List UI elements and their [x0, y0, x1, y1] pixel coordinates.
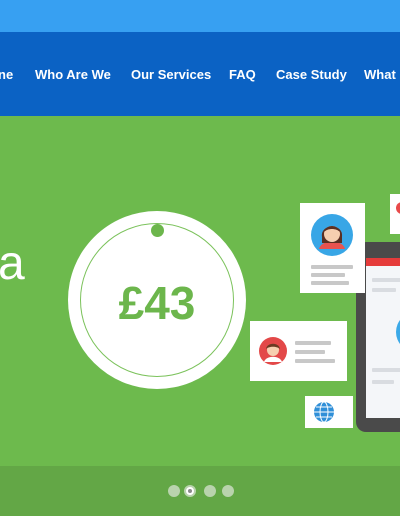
price-tag-icon: £43: [68, 211, 246, 389]
nav-item-who-are-we[interactable]: Who Are We: [35, 67, 111, 82]
user-avatar-icon: [396, 202, 400, 214]
card-text-line: [311, 265, 353, 269]
nav-item-our-services[interactable]: Our Services: [131, 67, 211, 82]
tablet-line: [372, 278, 400, 282]
slider-footer: [0, 466, 400, 516]
top-bar: [0, 0, 400, 32]
card-text-line: [311, 281, 349, 285]
hero-slider: a £43: [0, 116, 400, 466]
profile-card: [300, 203, 365, 293]
user-avatar-female-icon: [311, 214, 353, 256]
tablet-line: [372, 288, 396, 292]
price-label: £43: [118, 277, 196, 329]
hero-headline: a: [0, 237, 25, 290]
tablet-avatar: [396, 312, 400, 352]
card-text-line: [295, 341, 331, 345]
slider-dot-1[interactable]: [168, 485, 180, 497]
tablet-line: [372, 380, 394, 384]
nav-item-case-study[interactable]: Case Study: [276, 67, 347, 82]
globe-bubble: [305, 396, 353, 428]
profile-card-partial: [390, 194, 400, 234]
slider-dot-3[interactable]: [204, 485, 216, 497]
card-text-line: [295, 359, 335, 363]
globe-icon: [314, 401, 334, 423]
slider-dot-4[interactable]: [222, 485, 234, 497]
slider-dot-2-active[interactable]: [184, 485, 196, 497]
card-text-line: [311, 273, 345, 277]
card-text-line: [295, 350, 325, 354]
tablet-screen: [366, 258, 400, 418]
nav-item-what[interactable]: What: [364, 67, 396, 82]
user-avatar-icon: [259, 337, 287, 365]
tablet-header-bar: [366, 258, 400, 266]
profile-card-small: [250, 321, 347, 381]
tablet-line: [372, 368, 400, 372]
nav-item-faq[interactable]: FAQ: [229, 67, 256, 82]
main-navigation: ne Who Are We Our Services FAQ Case Stud…: [0, 32, 400, 116]
nav-item-home[interactable]: ne: [0, 67, 13, 82]
price-tag-ring: £43: [80, 223, 234, 377]
